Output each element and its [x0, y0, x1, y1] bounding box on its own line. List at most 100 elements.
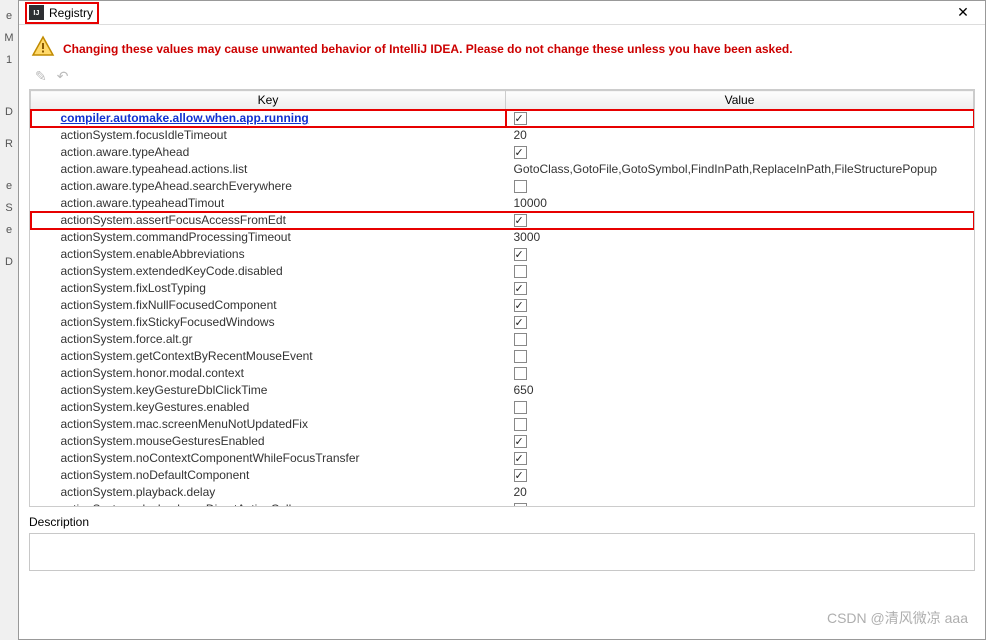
checkbox[interactable] [514, 214, 527, 227]
key-cell[interactable]: actionSystem.fixStickyFocusedWindows [31, 314, 506, 331]
checkbox[interactable] [514, 282, 527, 295]
value-cell[interactable] [506, 297, 974, 314]
key-cell[interactable]: actionSystem.noContextComponentWhileFocu… [31, 450, 506, 467]
table-row[interactable]: action.aware.typeAhead.searchEverywhere [31, 178, 974, 195]
key-cell[interactable]: actionSystem.noDefaultComponent [31, 467, 506, 484]
value-cell[interactable] [506, 467, 974, 484]
checkbox[interactable] [514, 350, 527, 363]
table-row[interactable]: actionSystem.keyGestureDblClickTime650 [31, 382, 974, 399]
key-cell[interactable]: compiler.automake.allow.when.app.running [31, 110, 506, 128]
registry-dialog: Registry ✕ Changing these values may cau… [18, 0, 986, 640]
value-cell[interactable] [506, 433, 974, 450]
checkbox[interactable] [514, 180, 527, 193]
table-row[interactable]: actionSystem.playback.useDirectActionCal… [31, 501, 974, 507]
key-cell[interactable]: actionSystem.force.alt.gr [31, 331, 506, 348]
checkbox[interactable] [514, 452, 527, 465]
table-row[interactable]: actionSystem.playback.delay20 [31, 484, 974, 501]
table-row[interactable]: action.aware.typeaheadTimout10000 [31, 195, 974, 212]
key-cell[interactable]: actionSystem.playback.useDirectActionCal… [31, 501, 506, 507]
table-row[interactable]: actionSystem.fixStickyFocusedWindows [31, 314, 974, 331]
key-cell[interactable]: action.aware.typeahead.actions.list [31, 161, 506, 178]
value-cell[interactable]: 3000 [506, 229, 974, 246]
value-cell[interactable] [506, 263, 974, 280]
value-cell[interactable]: 650 [506, 382, 974, 399]
key-cell[interactable]: actionSystem.keyGestures.enabled [31, 399, 506, 416]
value-cell[interactable]: 10000 [506, 195, 974, 212]
value-cell[interactable]: 20 [506, 127, 974, 144]
checkbox[interactable] [514, 503, 527, 507]
key-cell[interactable]: actionSystem.fixNullFocusedComponent [31, 297, 506, 314]
value-cell[interactable] [506, 212, 974, 229]
app-icon [29, 5, 44, 20]
checkbox[interactable] [514, 146, 527, 159]
value-cell[interactable] [506, 399, 974, 416]
value-cell[interactable] [506, 178, 974, 195]
description-label: Description [29, 515, 975, 529]
table-row[interactable]: actionSystem.fixNullFocusedComponent [31, 297, 974, 314]
table-row[interactable]: actionSystem.keyGestures.enabled [31, 399, 974, 416]
titlebar[interactable]: Registry ✕ [19, 1, 985, 25]
value-cell[interactable] [506, 348, 974, 365]
table-row[interactable]: actionSystem.mac.screenMenuNotUpdatedFix [31, 416, 974, 433]
table-row[interactable]: actionSystem.fixLostTyping [31, 280, 974, 297]
value-cell[interactable] [506, 416, 974, 433]
key-cell[interactable]: actionSystem.fixLostTyping [31, 280, 506, 297]
checkbox[interactable] [514, 418, 527, 431]
checkbox[interactable] [514, 112, 527, 125]
table-row[interactable]: action.aware.typeAhead [31, 144, 974, 161]
key-cell[interactable]: actionSystem.commandProcessingTimeout [31, 229, 506, 246]
table-row[interactable]: actionSystem.noContextComponentWhileFocu… [31, 450, 974, 467]
table-row[interactable]: actionSystem.enableAbbreviations [31, 246, 974, 263]
checkbox[interactable] [514, 333, 527, 346]
value-cell[interactable] [506, 501, 974, 507]
value-cell[interactable] [506, 246, 974, 263]
close-button[interactable]: ✕ [947, 2, 979, 24]
key-cell[interactable]: actionSystem.honor.modal.context [31, 365, 506, 382]
column-key[interactable]: Key [31, 91, 506, 110]
table-row[interactable]: actionSystem.noDefaultComponent [31, 467, 974, 484]
key-cell[interactable]: actionSystem.playback.delay [31, 484, 506, 501]
value-cell[interactable] [506, 280, 974, 297]
table-row[interactable]: actionSystem.commandProcessingTimeout300… [31, 229, 974, 246]
value-cell[interactable]: GotoClass,GotoFile,GotoSymbol,FindInPath… [506, 161, 974, 178]
checkbox[interactable] [514, 401, 527, 414]
column-value[interactable]: Value [506, 91, 974, 110]
table-row[interactable]: actionSystem.extendedKeyCode.disabled [31, 263, 974, 280]
table-row[interactable]: actionSystem.assertFocusAccessFromEdt [31, 212, 974, 229]
value-cell[interactable]: 20 [506, 484, 974, 501]
value-cell[interactable] [506, 110, 974, 128]
key-cell[interactable]: actionSystem.extendedKeyCode.disabled [31, 263, 506, 280]
table-row[interactable]: actionSystem.getContextByRecentMouseEven… [31, 348, 974, 365]
table-row[interactable]: actionSystem.honor.modal.context [31, 365, 974, 382]
value-cell[interactable] [506, 365, 974, 382]
key-cell[interactable]: actionSystem.assertFocusAccessFromEdt [31, 212, 506, 229]
revert-icon[interactable]: ↶ [57, 68, 69, 85]
value-cell[interactable] [506, 450, 974, 467]
key-cell[interactable]: action.aware.typeAhead.searchEverywhere [31, 178, 506, 195]
key-cell[interactable]: actionSystem.focusIdleTimeout [31, 127, 506, 144]
checkbox[interactable] [514, 265, 527, 278]
checkbox[interactable] [514, 316, 527, 329]
key-cell[interactable]: actionSystem.mouseGesturesEnabled [31, 433, 506, 450]
checkbox[interactable] [514, 248, 527, 261]
edit-icon[interactable]: ✎ [35, 68, 47, 85]
checkbox[interactable] [514, 469, 527, 482]
table-row[interactable]: action.aware.typeahead.actions.listGotoC… [31, 161, 974, 178]
key-cell[interactable]: action.aware.typeaheadTimout [31, 195, 506, 212]
registry-table-scroll[interactable]: Key Value compiler.automake.allow.when.a… [29, 89, 975, 507]
value-cell[interactable] [506, 314, 974, 331]
table-row[interactable]: actionSystem.mouseGesturesEnabled [31, 433, 974, 450]
key-cell[interactable]: actionSystem.keyGestureDblClickTime [31, 382, 506, 399]
key-cell[interactable]: actionSystem.enableAbbreviations [31, 246, 506, 263]
key-cell[interactable]: actionSystem.getContextByRecentMouseEven… [31, 348, 506, 365]
value-cell[interactable] [506, 331, 974, 348]
table-row[interactable]: compiler.automake.allow.when.app.running [31, 110, 974, 128]
key-cell[interactable]: action.aware.typeAhead [31, 144, 506, 161]
key-cell[interactable]: actionSystem.mac.screenMenuNotUpdatedFix [31, 416, 506, 433]
table-row[interactable]: actionSystem.focusIdleTimeout20 [31, 127, 974, 144]
checkbox[interactable] [514, 367, 527, 380]
table-row[interactable]: actionSystem.force.alt.gr [31, 331, 974, 348]
value-cell[interactable] [506, 144, 974, 161]
checkbox[interactable] [514, 435, 527, 448]
checkbox[interactable] [514, 299, 527, 312]
